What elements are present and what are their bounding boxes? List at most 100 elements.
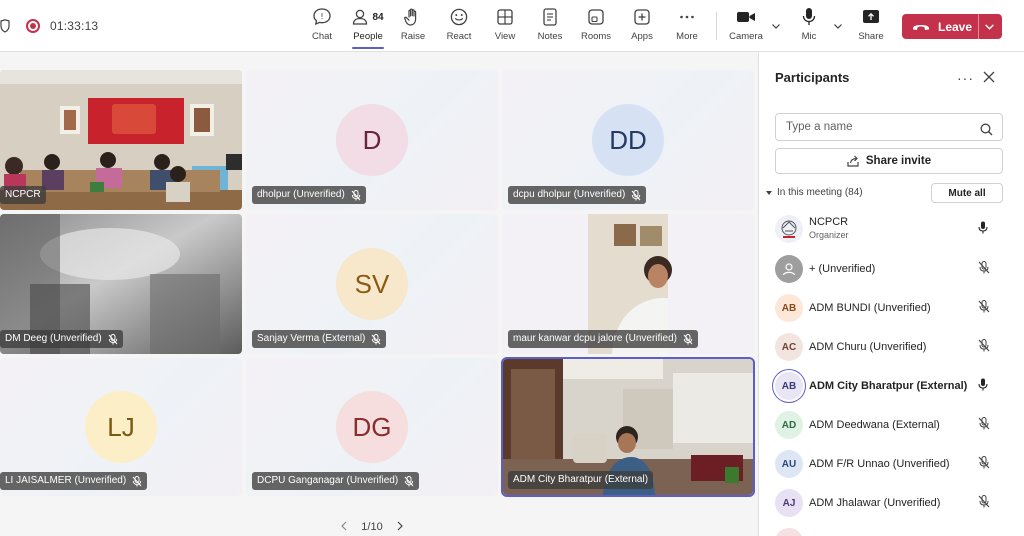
mic-button[interactable]: Mic (786, 6, 832, 48)
participant-avatar: AC (775, 333, 803, 361)
participant-name: dcpu dholpur (Unverified) (513, 189, 626, 200)
leave-button[interactable]: Leave (902, 14, 1002, 39)
react-button[interactable]: React (436, 6, 482, 48)
participant-search-input[interactable]: Type a name (775, 113, 1003, 141)
participant-avatar (775, 528, 803, 536)
participant-name: ADM City Bharatpur (External) (513, 474, 649, 485)
video-tile-active-speaker[interactable]: ADM City Bharatpur (External) (501, 357, 755, 497)
participant-name: LI JAISALMER (Unverified) (5, 475, 127, 486)
react-label: React (446, 31, 472, 42)
panel-more-dots-icon[interactable]: ··· (957, 70, 974, 86)
participant-avatar: DD (592, 104, 664, 176)
recording-icon (26, 19, 40, 33)
shield-icon (0, 19, 12, 33)
participant-avatar: SV (336, 248, 408, 320)
camera-options-chevron-icon[interactable] (771, 18, 781, 29)
leave-options-chevron-icon[interactable] (984, 21, 995, 35)
chevron-left-icon[interactable] (340, 521, 348, 534)
participant-row[interactable]: + (Unverified) (775, 252, 1015, 286)
participant-role: Organizer (809, 230, 849, 240)
participant-name-tag: NCPCR (0, 186, 46, 204)
search-placeholder: Type a name (786, 121, 853, 133)
apps-button[interactable]: Apps (619, 6, 665, 48)
people-icon: 84 (352, 6, 384, 28)
participant-avatar: D (336, 104, 408, 176)
participant-name-tag: DCPU Ganganagar (Unverified) (252, 472, 420, 490)
share-invite-button[interactable]: Share invite (775, 148, 1003, 174)
share-button[interactable]: Share (848, 6, 894, 48)
participant-name-tag: dholpur (Unverified) (252, 186, 366, 204)
participant-row[interactable]: NCPCR Organizer (775, 212, 1015, 246)
participant-avatar: AD (775, 411, 803, 439)
close-icon[interactable] (983, 70, 995, 88)
mic-muted-icon (132, 475, 142, 487)
chat-label: Chat (311, 31, 333, 42)
notes-button[interactable]: Notes (527, 6, 573, 48)
raise-hand-button[interactable]: Raise (390, 6, 436, 48)
person-avatar-icon (775, 255, 803, 283)
mic-muted-icon (978, 417, 990, 435)
participant-avatar: LJ (85, 391, 157, 463)
caret-down-icon (766, 190, 772, 195)
people-count: 84 (372, 11, 384, 23)
participant-name: NCPCR (5, 189, 41, 200)
video-tile[interactable]: SV Sanjay Verma (External) (246, 214, 498, 354)
video-tile[interactable]: maur kanwar dcpu jalore (Unverified) (502, 214, 754, 354)
participant-name: ADM Jhalawar (Unverified) (809, 496, 941, 509)
in-meeting-section-header[interactable]: In this meeting (84) (765, 187, 863, 198)
more-label: More (676, 31, 698, 42)
video-tile[interactable]: DG DCPU Ganganagar (Unverified) (246, 358, 498, 496)
people-button[interactable]: 84 People (344, 6, 392, 48)
microphone-icon (978, 221, 988, 239)
mic-muted-icon (683, 333, 693, 345)
hand-icon (403, 6, 423, 28)
video-tile[interactable]: NCPCR (0, 70, 242, 210)
participant-row[interactable]: AC ADM Churu (Unverified) (775, 330, 1015, 364)
chat-button[interactable]: ! Chat (299, 6, 345, 48)
participant-row[interactable]: AB ADM City Bharatpur (External) (775, 369, 1015, 403)
camera-label: Camera (729, 31, 763, 42)
camera-button[interactable]: Camera (723, 6, 769, 48)
participant-row[interactable]: AD ADM Deedwana (External) (775, 408, 1015, 442)
share-screen-icon (862, 6, 880, 28)
video-tile[interactable]: DD dcpu dholpur (Unverified) (502, 70, 754, 210)
leave-label: Leave (938, 19, 973, 34)
participant-name: ADM F/R Unnao (Unverified) (809, 457, 950, 470)
rooms-icon (587, 6, 605, 28)
search-icon (980, 120, 993, 146)
mic-muted-icon (978, 300, 990, 318)
participant-row[interactable]: AJ ADM Jhalawar (Unverified) (775, 486, 1015, 520)
chevron-right-icon[interactable] (396, 521, 404, 534)
mic-muted-icon (108, 333, 118, 345)
video-tile[interactable]: D dholpur (Unverified) (246, 70, 498, 210)
participant-row[interactable]: AB ADM BUNDI (Unverified) (775, 291, 1015, 325)
mute-all-button[interactable]: Mute all (931, 183, 1003, 203)
share-invite-label: Share invite (865, 155, 932, 167)
share-label: Share (858, 31, 884, 42)
participant-row-partial[interactable] (775, 525, 1015, 536)
video-tile[interactable]: DM Deeg (Unverified) (0, 214, 242, 354)
mic-options-chevron-icon[interactable] (833, 18, 843, 29)
notes-label: Notes (537, 31, 563, 42)
participant-name-tag: Sanjay Verma (External) (252, 330, 387, 348)
mic-muted-icon (631, 189, 641, 201)
microphone-icon (978, 378, 988, 396)
mic-muted-icon (351, 189, 361, 201)
participant-row[interactable]: AU ADM F/R Unnao (Unverified) (775, 447, 1015, 481)
rooms-button[interactable]: Rooms (573, 6, 619, 48)
page-indicator: 1/10 (361, 521, 383, 533)
video-tile[interactable]: LJ LI JAISALMER (Unverified) (0, 358, 242, 496)
leave-divider (978, 14, 979, 39)
raise-label: Raise (400, 31, 426, 42)
svg-text:!: ! (320, 12, 323, 21)
view-button[interactable]: View (482, 6, 528, 48)
rooms-label: Rooms (580, 31, 612, 42)
participant-avatar: DG (336, 391, 408, 463)
participant-avatar: AB (775, 294, 803, 322)
more-button[interactable]: More (664, 6, 710, 48)
smiley-icon (449, 6, 469, 28)
participant-name: ADM Deedwana (External) (809, 418, 940, 431)
participant-name: maur kanwar dcpu jalore (Unverified) (513, 333, 677, 344)
mic-muted-icon (978, 495, 990, 513)
share-arrow-icon (847, 155, 860, 167)
